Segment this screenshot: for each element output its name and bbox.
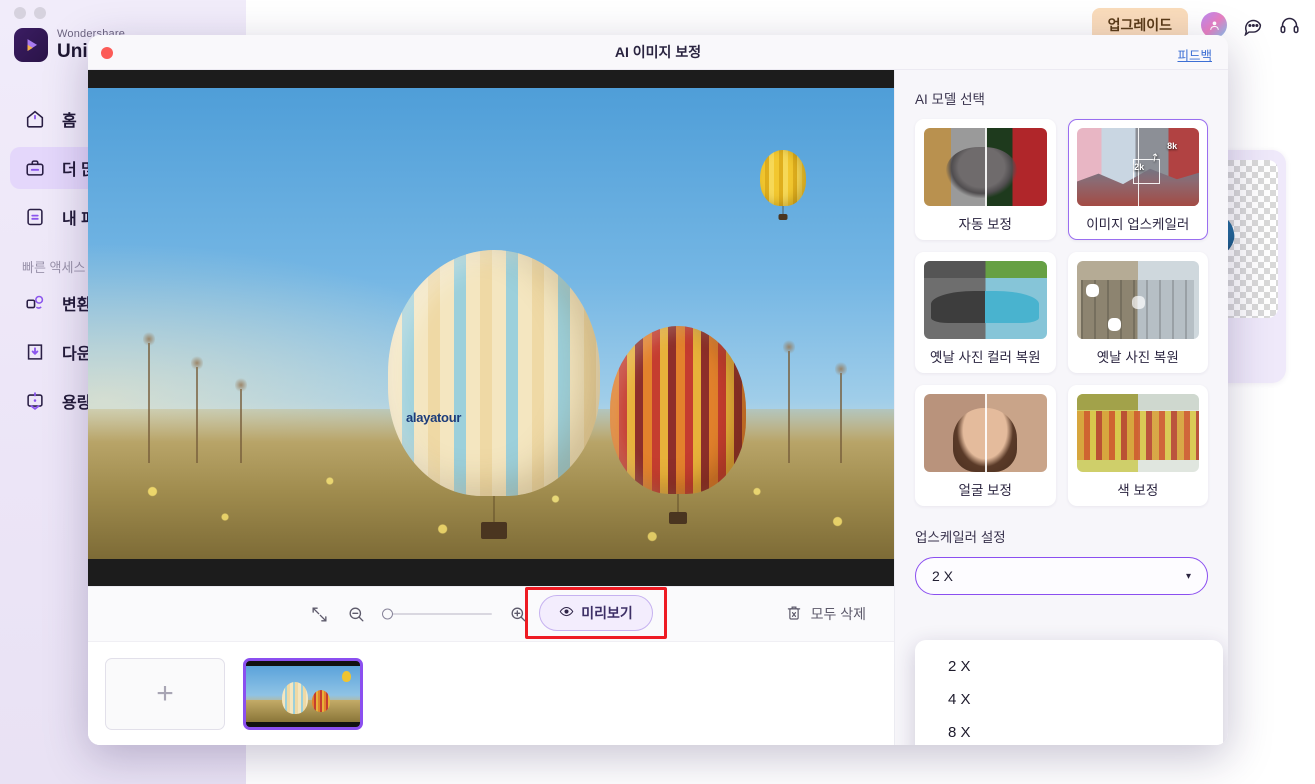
plus-icon: +: [156, 676, 174, 710]
chevron-down-icon: ▾: [1185, 570, 1191, 582]
zoom-controls: [308, 603, 529, 625]
model-thumb-colorize: [924, 261, 1047, 339]
scale-select-dropdown: 2 X 4 X 8 X: [915, 640, 1223, 745]
zoom-slider[interactable]: [382, 608, 492, 620]
model-card-image-upscaler-label: 이미지 업스케일러: [1086, 217, 1190, 232]
balloon-orange-striped: [610, 326, 746, 524]
compress-icon: [22, 388, 48, 414]
model-thumb-face: [924, 394, 1047, 472]
preview-pane: alayatour 미리보기 모두 삭제 +: [88, 70, 894, 745]
download-icon: [22, 339, 48, 365]
trash-icon: [785, 604, 803, 625]
scale-option-4x[interactable]: 4 X: [915, 683, 1223, 716]
wondershare-logo-icon: [14, 28, 48, 62]
badge-8k: 8k: [1167, 141, 1178, 152]
model-thumb-auto-enhance: [924, 128, 1047, 206]
ai-image-enhancer-dialog: AI 이미지 보정 피드백 alayatour 미리보기 모두 삭제 + AI …: [88, 35, 1228, 745]
home-icon: [22, 106, 48, 132]
window-maximize-dot[interactable]: [34, 7, 46, 19]
feedback-link[interactable]: 피드백: [1177, 45, 1212, 64]
model-card-restore-old-photo[interactable]: 옛날 사진 복원: [1067, 252, 1208, 373]
dialog-titlebar: AI 이미지 보정 피드백: [88, 35, 1228, 70]
chat-bubble-icon[interactable]: [1240, 13, 1264, 37]
model-card-auto-enhance[interactable]: 자동 보정: [915, 119, 1056, 240]
sidebar-item-home-label: 홈: [62, 113, 77, 130]
thumbnail-item-selected[interactable]: [243, 657, 363, 730]
toolbox-icon: [22, 155, 48, 181]
model-section-label: AI 모델 선택: [915, 92, 985, 107]
badge-2k: 2k: [1134, 162, 1145, 173]
headset-icon[interactable]: [1277, 13, 1301, 37]
dialog-body: alayatour 미리보기 모두 삭제 + AI 모델 선택 자동 보정 2k…: [88, 70, 1228, 745]
model-card-face-enhance-label: 얼굴 보정: [958, 483, 1012, 498]
close-icon[interactable]: [101, 47, 113, 59]
ai-model-grid: 자동 보정 2k 8k ↗ 이미지 업스케일러 옛날 사진 컬러 복원 옛날 사…: [915, 119, 1208, 506]
thumbnail-strip: +: [88, 641, 894, 745]
eye-icon: [559, 604, 574, 622]
delete-all-button[interactable]: 모두 삭제: [785, 604, 866, 625]
dialog-title: AI 이미지 보정: [614, 44, 702, 60]
preview-button[interactable]: 미리보기: [539, 595, 653, 631]
file-icon: [22, 204, 48, 230]
preview-toolbar: 미리보기 모두 삭제: [88, 586, 894, 641]
delete-all-label: 모두 삭제: [810, 606, 866, 622]
fit-to-screen-icon[interactable]: [308, 603, 330, 625]
model-card-color-enhance[interactable]: 색 보정: [1067, 385, 1208, 506]
model-card-auto-enhance-label: 자동 보정: [958, 217, 1012, 232]
scale-select[interactable]: 2 X ▾: [915, 557, 1208, 595]
model-thumb-color: [1076, 394, 1199, 472]
model-thumb-restore: [1076, 261, 1199, 339]
screen-root: Wondershare UniConverter 업그레이드: [0, 0, 1315, 784]
scale-option-8x[interactable]: 8 X: [915, 716, 1223, 745]
photo-watermark: alayatour: [406, 410, 462, 425]
preview-button-label: 미리보기: [581, 605, 633, 621]
window-traffic-lights[interactable]: [14, 7, 46, 19]
model-card-colorize-old-photo[interactable]: 옛날 사진 컬러 복원: [915, 252, 1056, 373]
convert-icon: [22, 290, 48, 316]
upscaler-settings-section: 업스케일러 설정 2 X ▾: [915, 526, 1208, 595]
balloon-main-cream: alayatour: [388, 250, 600, 539]
add-image-button[interactable]: +: [105, 657, 225, 730]
settings-panel: AI 모델 선택 자동 보정 2k 8k ↗ 이미지 업스케일러 옛날 사진 컬…: [894, 70, 1228, 745]
upscaler-section-label: 업스케일러 설정: [915, 530, 1006, 545]
model-thumb-image-upscaler: 2k 8k ↗: [1076, 128, 1199, 206]
model-card-image-upscaler[interactable]: 2k 8k ↗ 이미지 업스케일러: [1067, 119, 1208, 240]
model-card-colorize-label: 옛날 사진 컬러 복원: [929, 350, 1041, 365]
preview-button-highlight: 미리보기: [525, 587, 667, 639]
zoom-slider-thumb[interactable]: [382, 608, 393, 620]
scale-option-2x[interactable]: 2 X: [915, 650, 1223, 683]
window-minimize-dot[interactable]: [14, 7, 26, 19]
hot-air-balloons-photo: alayatour: [88, 88, 894, 559]
model-card-color-enhance-label: 색 보정: [1117, 483, 1159, 498]
model-card-face-enhance[interactable]: 얼굴 보정: [915, 385, 1056, 506]
zoom-out-icon[interactable]: [345, 603, 367, 625]
image-stage[interactable]: alayatour: [88, 70, 894, 586]
balloon-small-yellow: [760, 150, 806, 220]
scale-select-value: 2 X: [932, 568, 954, 584]
model-card-restore-label: 옛날 사진 복원: [1096, 350, 1179, 365]
